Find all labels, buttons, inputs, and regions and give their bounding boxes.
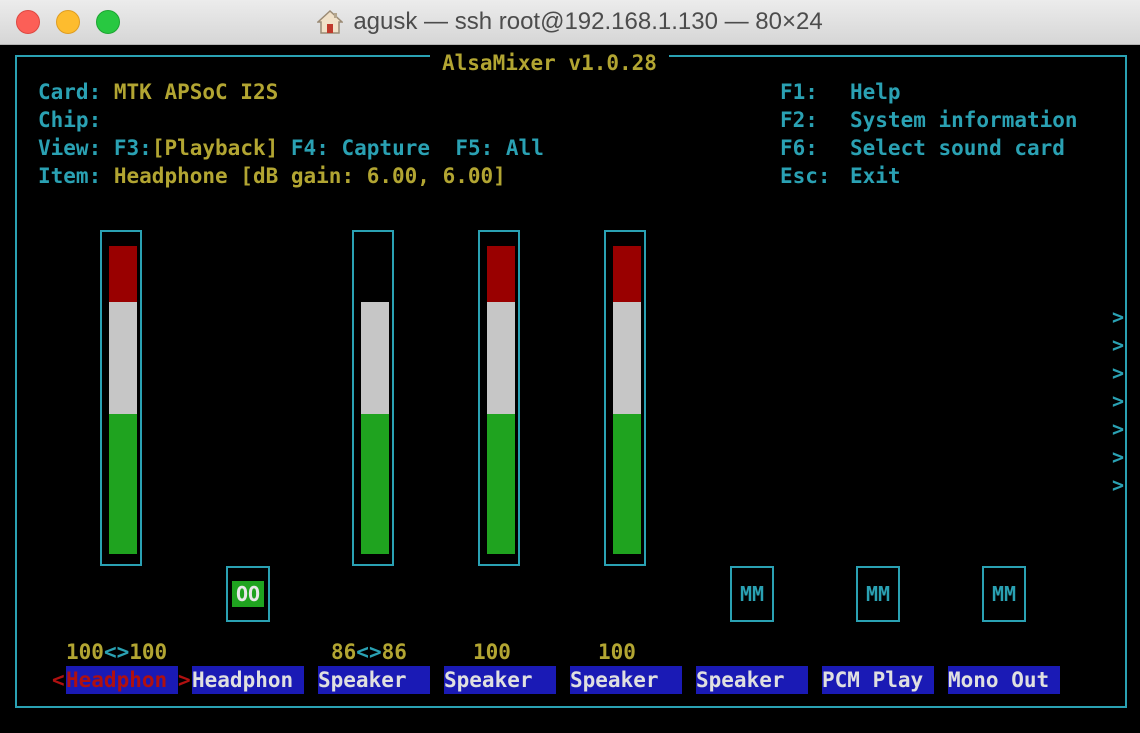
switch-pcm-play[interactable]: MM <box>856 566 900 622</box>
item-label: Item: <box>38 164 102 188</box>
key-help-f2: F2: System information <box>780 106 1078 134</box>
view-playback[interactable]: [Playback] <box>152 136 278 160</box>
red-segment <box>613 246 641 302</box>
channel-label-headphone-selected[interactable]: Headphon <box>66 666 178 694</box>
volume-left: 100 <box>66 640 104 664</box>
view-f5-key[interactable]: F5: <box>455 136 493 160</box>
channel-label-pcm-play[interactable]: PCM Play <box>822 666 934 694</box>
terminal-window: agusk — ssh root@192.168.1.130 — 80×24 A… <box>0 0 1140 733</box>
scroll-arrow: > <box>1112 305 1125 329</box>
volume-bar-speaker-2[interactable] <box>478 230 520 566</box>
key-f2: F2: <box>780 108 818 132</box>
scroll-arrow: > <box>1112 445 1125 469</box>
key-f2-action: System information <box>850 108 1078 132</box>
chip-label: Chip: <box>38 108 102 132</box>
switch-speaker-value: MM <box>739 582 765 606</box>
card-label: Card: <box>38 80 102 104</box>
item-line: Item: Headphone [dB gain: 6.00, 6.00] <box>38 162 506 190</box>
card-value: MTK APSoC I2S <box>113 80 279 104</box>
scroll-arrow: > <box>1112 389 1125 413</box>
volume-readout-headphone: 100<>100 <box>66 638 167 666</box>
view-line: View: F3:[Playback] F4: Capture F5: All <box>38 134 544 162</box>
switch-mono-out[interactable]: MM <box>982 566 1026 622</box>
title-bar[interactable]: agusk — ssh root@192.168.1.130 — 80×24 <box>0 0 1140 45</box>
key-esc-action: Exit <box>850 164 901 188</box>
view-f4-key[interactable]: F4: <box>291 136 329 160</box>
channel-label-speaker-1[interactable]: Speaker <box>318 666 430 694</box>
volume-readout-speaker-2: 100 <box>473 640 511 664</box>
red-segment <box>487 246 515 302</box>
volume-readout-speaker-3: 100 <box>598 640 636 664</box>
volume-left: 86 <box>331 640 357 664</box>
green-segment <box>361 414 389 554</box>
green-segment <box>613 414 641 554</box>
volume-separator: <> <box>103 640 130 664</box>
volume-bar-speaker-1[interactable] <box>352 230 394 566</box>
switch-mono-out-value: MM <box>991 582 1017 606</box>
home-icon <box>317 9 344 34</box>
mixer-title: AlsaMixer v1.0.28 <box>430 49 669 77</box>
channel-label-speaker-2[interactable]: Speaker <box>444 666 556 694</box>
switch-speaker[interactable]: MM <box>730 566 774 622</box>
key-f6: F6: <box>780 136 818 160</box>
key-help-f1: F1: Help <box>780 78 901 106</box>
volume-readout-speaker-1: 86<>86 <box>331 638 407 666</box>
view-all[interactable]: All <box>506 136 544 160</box>
green-segment <box>487 414 515 554</box>
view-capture[interactable]: Capture <box>342 136 431 160</box>
white-segment <box>109 302 137 414</box>
volume-bar-headphone[interactable] <box>100 230 142 566</box>
scroll-indicator[interactable]: > > > > > > > <box>1112 303 1136 499</box>
view-label: View: <box>38 136 102 160</box>
volume-right: 100 <box>129 640 168 664</box>
scroll-arrow: > <box>1112 473 1125 497</box>
key-f1: F1: <box>780 80 818 104</box>
volume-right: 86 <box>381 640 407 664</box>
key-help-f6: F6: Select sound card <box>780 134 1065 162</box>
channel-label-speaker-4[interactable]: Speaker <box>696 666 808 694</box>
volume-bar-speaker-3[interactable] <box>604 230 646 566</box>
key-esc: Esc: <box>780 164 831 188</box>
window-title-text: agusk — ssh root@192.168.1.130 — 80×24 <box>353 8 823 35</box>
scroll-arrow: > <box>1112 417 1125 441</box>
channel-label-headphone[interactable]: Headphon <box>192 666 304 694</box>
card-line: Card: MTK APSoC I2S <box>38 78 278 106</box>
switch-pcm-play-value: MM <box>865 582 891 606</box>
selection-arrow-right: > <box>178 668 191 692</box>
volume-separator: <> <box>356 640 382 664</box>
white-segment <box>487 302 515 414</box>
channel-label-mono-out[interactable]: Mono Out <box>948 666 1060 694</box>
selection-arrow-left: < <box>52 668 65 692</box>
switch-headphone[interactable]: OO <box>226 566 270 622</box>
channel-label-speaker-3[interactable]: Speaker <box>570 666 682 694</box>
scroll-arrow: > <box>1112 333 1125 357</box>
green-segment <box>109 414 137 554</box>
view-f3-key[interactable]: F3: <box>114 136 152 160</box>
red-segment <box>109 246 137 302</box>
item-value: Headphone [dB gain: 6.00, 6.00] <box>113 164 506 188</box>
white-segment <box>613 302 641 414</box>
terminal-content[interactable]: AlsaMixer v1.0.28 Card: MTK APSoC I2S Ch… <box>0 45 1140 733</box>
key-help-esc: Esc: Exit <box>780 162 901 190</box>
scroll-arrow: > <box>1112 361 1125 385</box>
window-title: agusk — ssh root@192.168.1.130 — 80×24 <box>0 0 1140 44</box>
key-f6-action: Select sound card <box>850 136 1065 160</box>
key-f1-action: Help <box>850 80 901 104</box>
white-segment <box>361 302 389 414</box>
switch-headphone-value: OO <box>232 581 264 607</box>
chip-line: Chip: <box>38 106 114 134</box>
